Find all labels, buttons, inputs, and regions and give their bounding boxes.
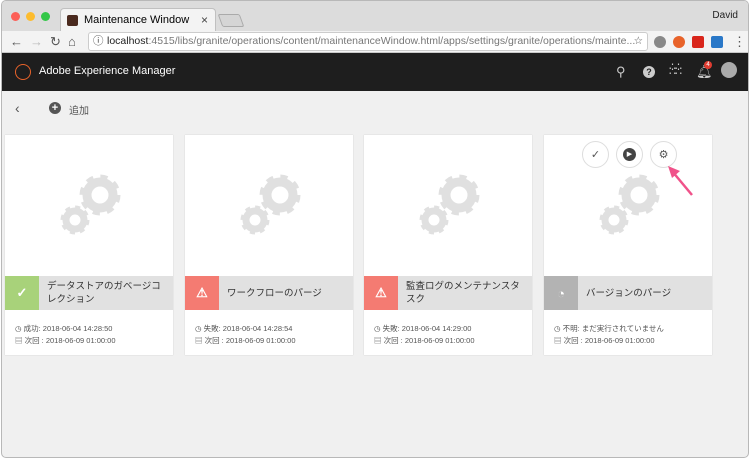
card-title: データストアのガベージコレクション: [47, 281, 161, 305]
card-title-bar: ◔ バージョンのパージ: [544, 276, 712, 310]
card-title-bar: ⚠ 監査ログのメンテナンスタスク: [364, 276, 532, 310]
maintenance-task-card[interactable]: ✓ データストアのガベージコレクション ◷ 成功: 2018-06-04 14:2…: [5, 135, 173, 355]
next-run-value: 次回 : 2018-06-09 01:00:00: [383, 336, 475, 345]
gear-icon: [419, 174, 480, 235]
calendar-icon: ▤: [15, 336, 23, 345]
gear-icon: [240, 174, 301, 235]
reload-icon[interactable]: ↻: [50, 34, 61, 50]
card-title: ワークフローのパージ: [227, 287, 322, 299]
last-run-text: ◷ 不明: まだ実行されていません: [554, 323, 664, 334]
maximize-window-button[interactable]: [41, 12, 50, 21]
next-run-text: ▤ 次回 : 2018-06-09 01:00:00: [554, 335, 655, 346]
maintenance-task-card[interactable]: ◔ バージョンのパージ ◷ 不明: まだ実行されていません ▤ 次回 : 2018…: [544, 135, 712, 355]
gear-icon: [599, 174, 660, 235]
tab-title: Maintenance Window: [84, 14, 190, 26]
close-window-button[interactable]: [11, 12, 20, 21]
aem-logo-icon[interactable]: [15, 64, 31, 80]
bookmark-star-icon[interactable]: ☆: [634, 33, 643, 50]
browser-tab[interactable]: Maintenance Window ×: [60, 8, 216, 31]
next-run-text: ▤ 次回 : 2018-06-09 01:00:00: [15, 335, 116, 346]
clock-icon: ◷: [15, 324, 22, 333]
gear-icon: [60, 174, 121, 235]
tab-bar: Maintenance Window × David: [2, 1, 748, 31]
add-button[interactable]: 追加: [69, 102, 89, 117]
last-run-text: ◷ 失敗: 2018-06-04 14:28:54: [195, 323, 292, 334]
next-run-value: 次回 : 2018-06-09 01:00:00: [563, 336, 655, 345]
url-path: :4515/libs/granite/operations/content/ma…: [148, 35, 636, 47]
add-icon[interactable]: +: [49, 102, 61, 114]
forward-icon[interactable]: →: [30, 34, 43, 49]
url-input[interactable]: ⓘ localhost:4515/libs/granite/operations/…: [88, 32, 648, 51]
calendar-icon: ▤: [374, 336, 382, 345]
next-run-value: 次回 : 2018-06-09 01:00:00: [24, 336, 116, 345]
notification-badge: 4: [704, 61, 712, 69]
last-run-value: 不明: まだ実行されていません: [562, 324, 664, 333]
avatar[interactable]: [721, 62, 737, 78]
clock-icon: ◷: [554, 324, 561, 333]
brand-title[interactable]: Adobe Experience Manager: [39, 65, 175, 77]
profile-name[interactable]: David: [712, 10, 738, 21]
run-button[interactable]: ▶: [616, 141, 643, 168]
maintenance-task-card[interactable]: ⚠ 監査ログのメンテナンスタスク ◷ 失敗: 2018-06-04 14:29:0…: [364, 135, 532, 355]
next-run-text: ▤ 次回 : 2018-06-09 01:00:00: [374, 335, 475, 346]
status-unknown-icon: ◔: [544, 276, 578, 310]
minimize-window-button[interactable]: [26, 12, 35, 21]
play-icon: ▶: [623, 148, 636, 161]
gears-icon: ⚙: [658, 149, 669, 161]
back-button[interactable]: ‹: [15, 100, 20, 116]
aem-header: Adobe Experience Manager ⚲ ? ∴∴ ∴∴ 🔔︎ 4: [2, 53, 748, 91]
select-button[interactable]: ✓: [582, 141, 609, 168]
back-icon[interactable]: ←: [10, 34, 23, 49]
extension-icon[interactable]: [673, 36, 685, 48]
extension-icon[interactable]: [654, 36, 666, 48]
last-run-value: 成功: 2018-06-04 14:28:50: [23, 324, 113, 333]
new-tab-button[interactable]: [217, 14, 245, 27]
card-title-bar: ⚠ ワークフローのパージ: [185, 276, 353, 310]
pointer-arrow-icon: [668, 166, 693, 196]
extension-icon[interactable]: [711, 36, 723, 48]
url-host: localhost: [107, 35, 149, 47]
card-title-bar: ✓ データストアのガベージコレクション: [5, 276, 173, 310]
card-title: 監査ログのメンテナンスタスク: [406, 281, 520, 305]
last-run-text: ◷ 成功: 2018-06-04 14:28:50: [15, 323, 112, 334]
clock-icon: ◷: [374, 324, 381, 333]
action-bar: ‹ + 追加: [2, 91, 748, 126]
status-failure-icon: ⚠: [185, 276, 219, 310]
apps-grid-icon[interactable]: ∴∴ ∴∴: [669, 62, 682, 78]
next-run-value: 次回 : 2018-06-09 01:00:00: [204, 336, 296, 345]
status-failure-icon: ⚠: [364, 276, 398, 310]
calendar-icon: ▤: [554, 336, 562, 345]
last-run-text: ◷ 失敗: 2018-06-04 14:29:00: [374, 323, 471, 334]
status-success-icon: ✓: [5, 276, 39, 310]
last-run-value: 失敗: 2018-06-04 14:28:54: [203, 324, 293, 333]
address-bar-row: ← → ↻ ⌂ ⓘ localhost:4515/libs/granite/ope…: [2, 31, 748, 53]
help-icon[interactable]: ?: [643, 66, 655, 78]
extension-icon[interactable]: [692, 36, 704, 48]
close-tab-icon[interactable]: ×: [201, 13, 208, 27]
maintenance-task-card[interactable]: ⚠ ワークフローのパージ ◷ 失敗: 2018-06-04 14:28:54 ▤ …: [185, 135, 353, 355]
card-title: バージョンのパージ: [586, 287, 672, 299]
menu-icon[interactable]: ⋮: [733, 34, 746, 50]
next-run-text: ▤ 次回 : 2018-06-09 01:00:00: [195, 335, 296, 346]
aem-favicon-icon: [67, 14, 78, 26]
last-run-value: 失敗: 2018-06-04 14:29:00: [382, 324, 472, 333]
search-icon[interactable]: ⚲: [616, 64, 626, 80]
calendar-icon: ▤: [195, 336, 203, 345]
info-icon[interactable]: ⓘ: [93, 33, 104, 50]
clock-icon: ◷: [195, 324, 202, 333]
home-icon[interactable]: ⌂: [68, 34, 76, 49]
